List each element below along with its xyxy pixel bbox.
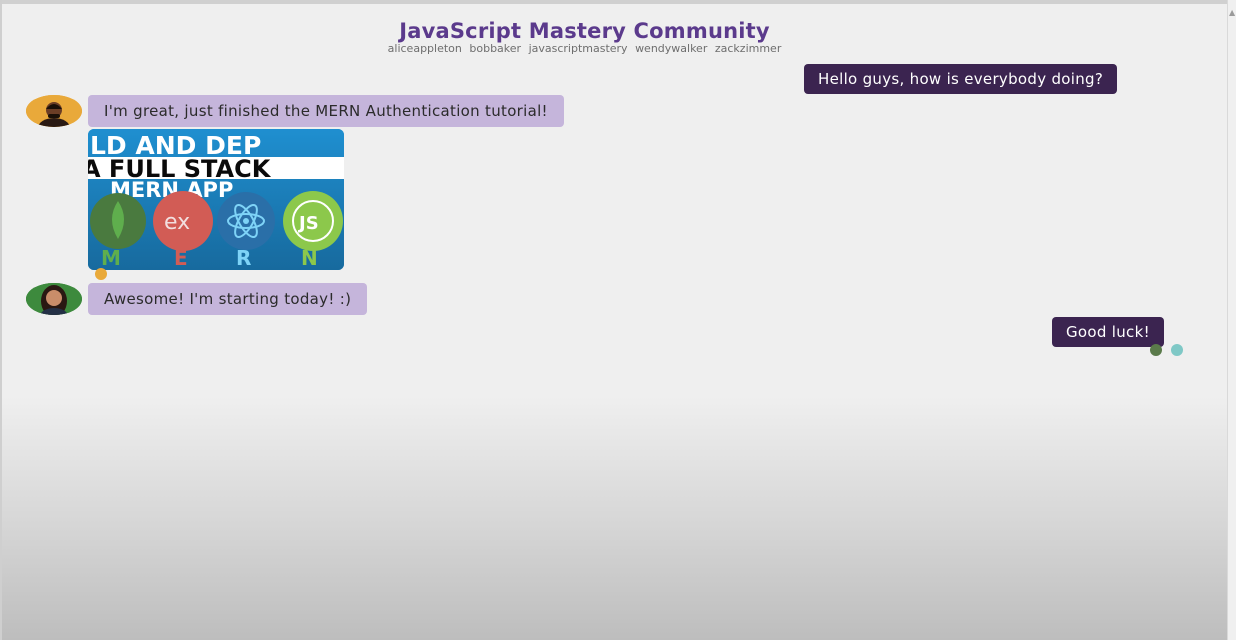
window-top-bar <box>2 0 1236 4</box>
read-receipt-avatar-icon <box>95 268 107 280</box>
page-title: JavaScript Mastery Community <box>399 19 770 43</box>
incoming-message[interactable]: I'm great, just finished the MERN Authen… <box>88 95 564 127</box>
member-name[interactable]: zackzimmer <box>715 42 781 55</box>
outgoing-message[interactable]: Good luck! <box>1052 317 1164 347</box>
image-letter-m: M <box>101 246 121 270</box>
avatar-man-icon[interactable] <box>26 95 82 127</box>
image-letter-r: R <box>236 246 251 270</box>
image-letter-n: N <box>301 246 318 270</box>
avatar-woman-icon[interactable] <box>26 283 82 315</box>
member-name[interactable]: javascriptmastery <box>529 42 628 55</box>
member-name[interactable]: aliceappleton <box>388 42 462 55</box>
incoming-message[interactable]: Awesome! I'm starting today! :) <box>88 283 368 315</box>
member-name[interactable]: wendywalker <box>635 42 707 55</box>
react-atom-icon <box>217 192 275 250</box>
nodejs-icon: JS <box>283 191 343 251</box>
image-letter-e: E <box>174 246 188 270</box>
vertical-scrollbar[interactable]: ▲ <box>1227 0 1236 640</box>
mongodb-leaf-icon <box>90 193 146 249</box>
chat-window: JavaScript Mastery Community aliceapplet… <box>0 0 1236 640</box>
member-name[interactable]: bobbaker <box>469 42 521 55</box>
read-receipt-avatar-icon <box>1150 344 1162 356</box>
nodejs-label: JS <box>297 213 319 234</box>
express-label: ex <box>164 210 190 235</box>
member-list: aliceappleton bobbaker javascriptmastery… <box>2 42 1167 55</box>
scroll-up-icon[interactable]: ▲ <box>1229 9 1235 17</box>
read-receipt-avatar-icon <box>1171 344 1183 356</box>
outgoing-message[interactable]: Hello guys, how is everybody doing? <box>804 64 1118 94</box>
express-icon: ex <box>153 191 213 251</box>
shared-image[interactable]: LD AND DEP A FULL STACK MERN APP ex JS M… <box>88 129 344 270</box>
